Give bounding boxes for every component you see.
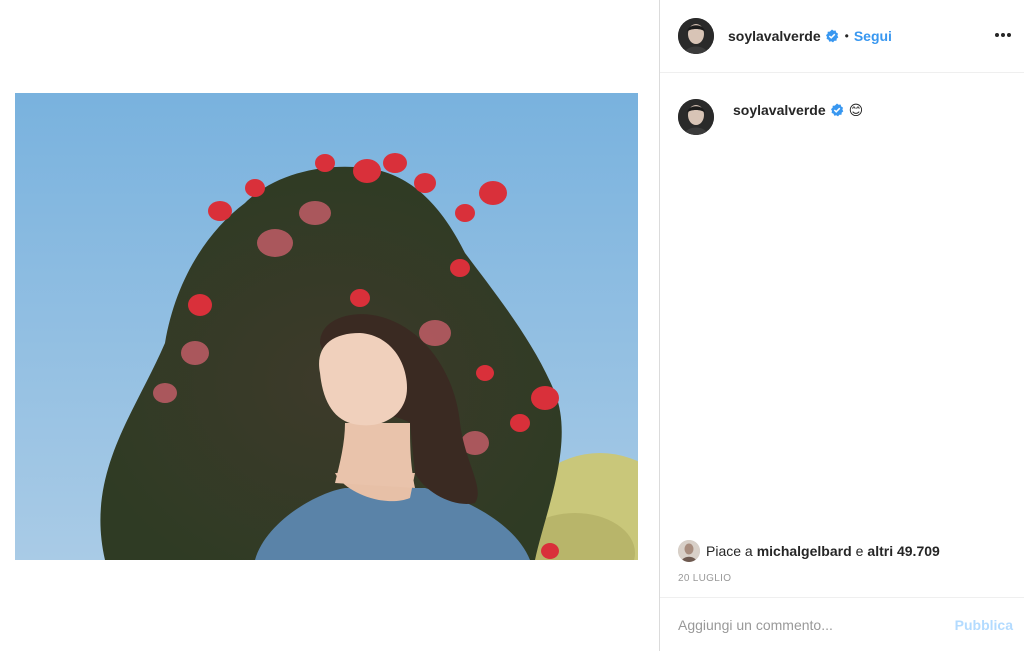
liker-avatar[interactable] bbox=[678, 540, 700, 562]
verified-badge-icon bbox=[830, 103, 844, 117]
caption-author-avatar[interactable] bbox=[678, 99, 714, 135]
verified-badge-icon bbox=[825, 29, 839, 43]
post-caption: soylavalverde 😊 bbox=[678, 99, 1008, 135]
liked-by-username[interactable]: michalgelbard bbox=[757, 543, 852, 559]
caption-emoji: 😊 bbox=[848, 102, 864, 118]
post-photo[interactable] bbox=[15, 93, 638, 560]
comment-bar: Pubblica bbox=[660, 597, 1024, 651]
post-photo-image bbox=[15, 93, 638, 560]
post-date[interactable]: 20 luglio bbox=[678, 573, 731, 584]
comment-input[interactable] bbox=[678, 616, 955, 633]
likes-others[interactable]: altri 49.709 bbox=[867, 543, 939, 559]
separator-dot: • bbox=[844, 29, 849, 43]
caption-author-username[interactable]: soylavalverde bbox=[733, 102, 826, 118]
media-area bbox=[0, 0, 659, 651]
author-avatar[interactable] bbox=[678, 18, 714, 54]
more-options-icon[interactable] bbox=[993, 27, 1013, 43]
author-username[interactable]: soylavalverde bbox=[728, 28, 821, 44]
post-side-panel: soylavalverde • Segui soylavalverde 😊 Pi… bbox=[659, 0, 1024, 651]
post-header: soylavalverde • Segui bbox=[660, 0, 1024, 73]
likes-summary: Piace a michalgelbard e altri 49.709 bbox=[678, 540, 940, 562]
likes-prefix: Piace a bbox=[706, 543, 753, 559]
publish-button[interactable]: Pubblica bbox=[955, 617, 1013, 633]
follow-button[interactable]: Segui bbox=[854, 28, 892, 44]
likes-connector: e bbox=[855, 543, 864, 559]
